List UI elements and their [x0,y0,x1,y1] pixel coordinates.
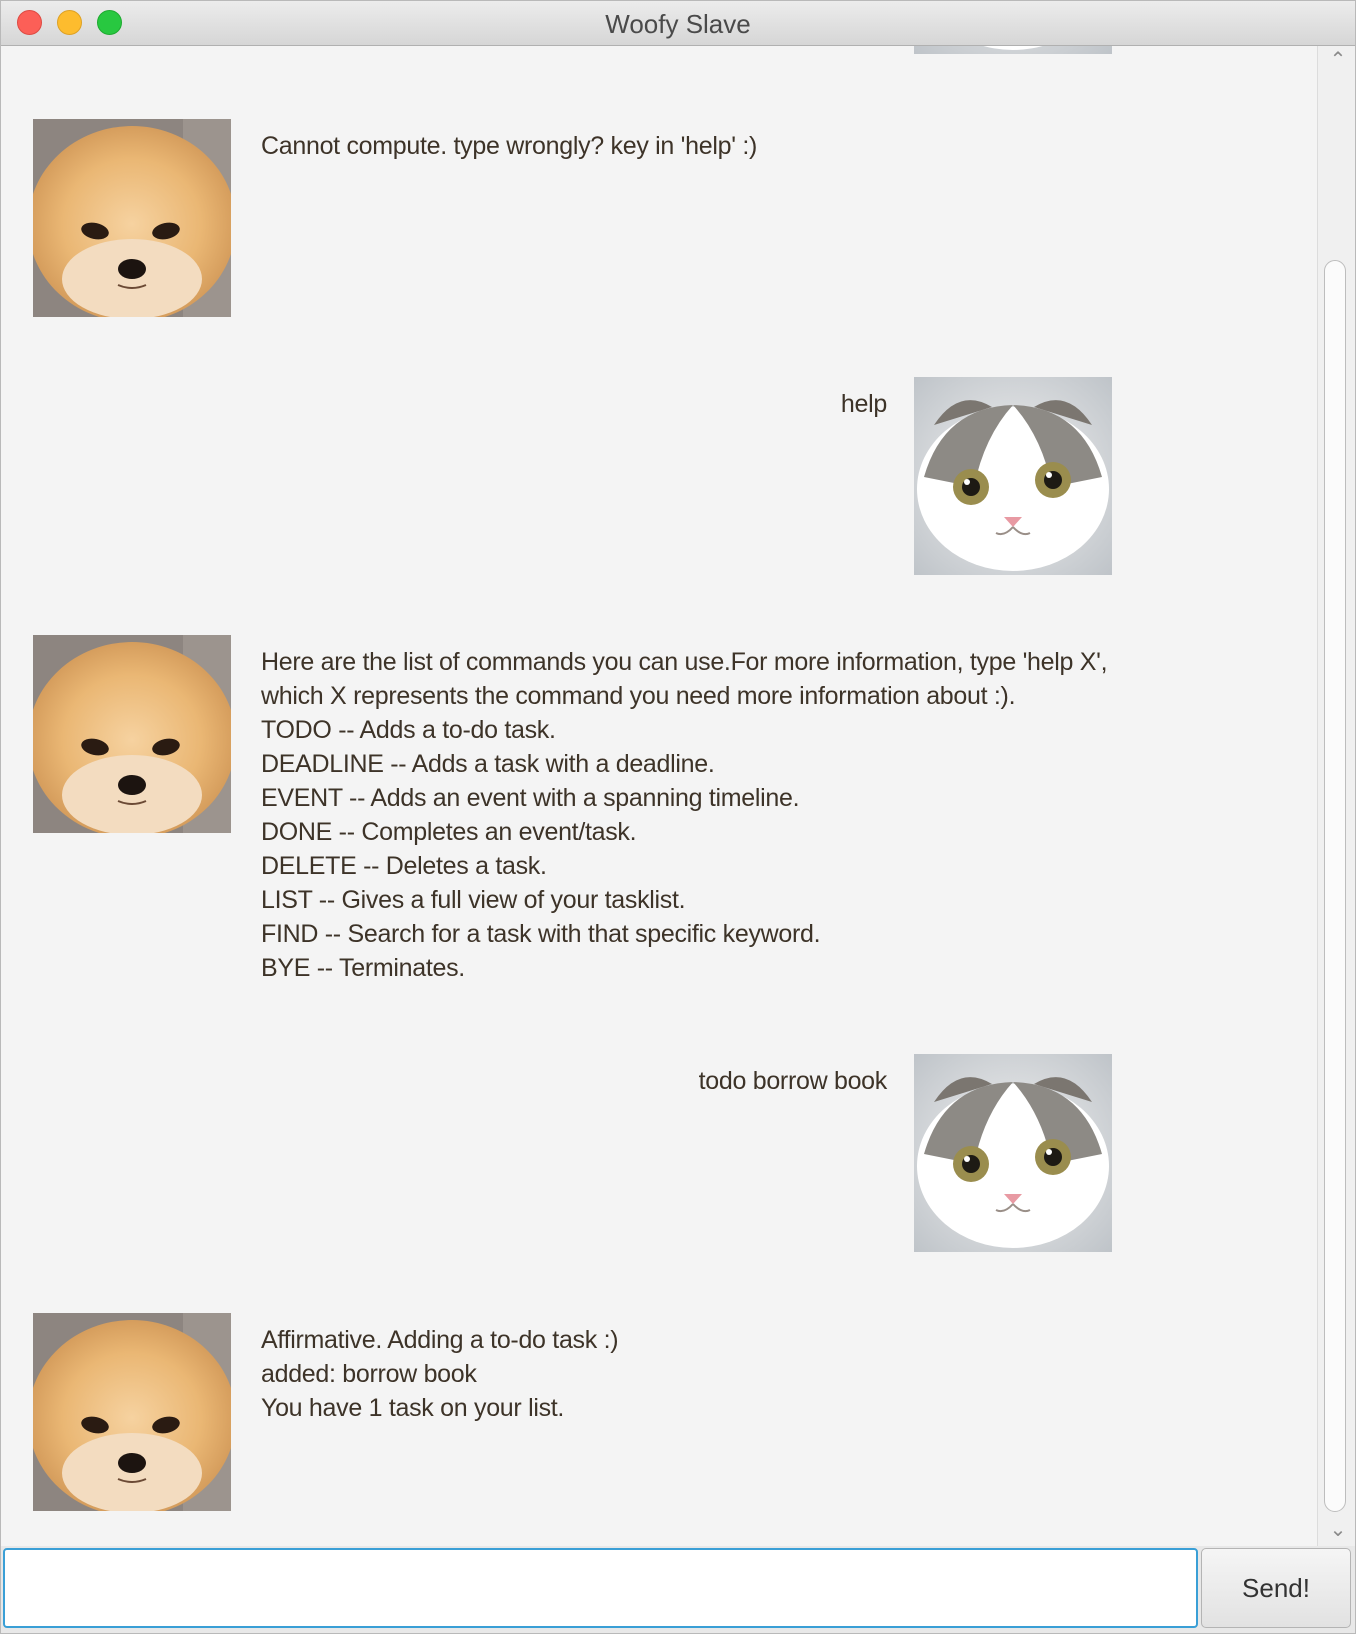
bot-message: Affirmative. Adding a to-do task :) adde… [261,1326,619,1422]
user-message: help [840,390,887,418]
bot-message: Here are the list of commands you can us… [261,648,1108,982]
pomeranian-avatar [33,635,231,833]
bot-message: Cannot compute. type wrongly? key in 'he… [261,132,758,160]
window-title: Woofy Slave [605,9,751,39]
cat-avatar [914,1054,1112,1252]
scroll-up-icon[interactable]: ⌃ [1326,48,1350,72]
input-bar: Send! [1,1546,1355,1633]
cat-avatar [914,377,1112,575]
scrollbar-thumb[interactable] [1324,260,1346,1512]
title-bar: Woofy Slave [1,1,1355,46]
scroll-down-icon[interactable]: ⌄ [1326,1518,1350,1542]
message-input[interactable] [3,1548,1198,1628]
pomeranian-avatar [33,1313,231,1511]
app-window: Woofy Slave Cannot compute. type wrongly… [0,0,1356,1634]
cat-avatar [914,46,1112,54]
send-button[interactable]: Send! [1201,1548,1351,1628]
user-message: todo borrow book [698,1067,888,1095]
vertical-scrollbar[interactable]: ⌃ ⌄ [1317,46,1355,1546]
pomeranian-avatar [33,119,231,317]
chat-scroll-pane[interactable]: Cannot compute. type wrongly? key in 'he… [1,46,1317,1546]
